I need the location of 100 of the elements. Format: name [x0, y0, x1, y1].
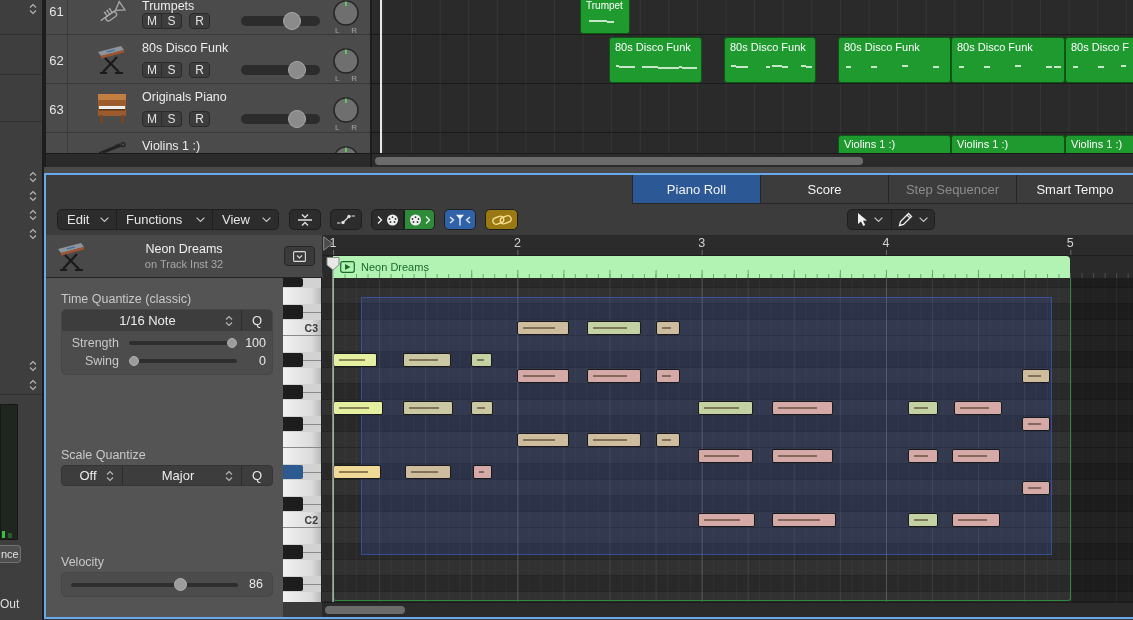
region-label: 80s Disco F: [1071, 41, 1130, 54]
midi-note[interactable]: [698, 401, 754, 415]
midi-note[interactable]: [473, 465, 492, 479]
solo-button[interactable]: S: [162, 13, 182, 29]
scale-root-select[interactable]: Off: [62, 466, 123, 485]
midi-note[interactable]: [471, 353, 492, 367]
midi-note[interactable]: [771, 401, 833, 415]
midi-note[interactable]: [333, 465, 381, 479]
pan-knob[interactable]: [333, 0, 359, 26]
region-label: Violins 1 :): [844, 138, 896, 151]
key-label: C3: [304, 321, 318, 334]
solo-button[interactable]: S: [162, 62, 182, 78]
region-label: 80s Disco Funk: [844, 41, 920, 54]
midi-note[interactable]: [587, 369, 641, 383]
slider-thumb[interactable]: [129, 356, 139, 366]
tab[interactable]: Smart Tempo: [1016, 175, 1133, 204]
midi-note[interactable]: [471, 401, 494, 415]
midi-note[interactable]: [908, 401, 938, 415]
midi-note[interactable]: [517, 433, 569, 447]
slider-label: Strength: [70, 335, 119, 351]
midi-region[interactable]: 80s Disco Funk: [609, 37, 702, 83]
strip-button[interactable]: nce: [0, 545, 21, 563]
pan-knob[interactable]: [333, 97, 359, 123]
track-name: 80s Disco Funk: [142, 42, 229, 55]
midi-note[interactable]: [952, 449, 1001, 463]
midi-in-button[interactable]: [371, 209, 404, 230]
slider-thumb[interactable]: [283, 12, 302, 30]
midi-note[interactable]: [771, 513, 837, 527]
piano-key[interactable]: C3: [283, 320, 321, 336]
record-button[interactable]: R: [189, 111, 210, 127]
tab[interactable]: Piano Roll: [632, 175, 760, 204]
midi-note[interactable]: [333, 353, 378, 367]
piano-key[interactable]: C2: [283, 512, 321, 528]
quantize-select[interactable]: 1/16 Note: [62, 310, 242, 331]
window-chevron-icon: [293, 250, 306, 262]
midi-note[interactable]: [517, 369, 569, 383]
scale-type-select[interactable]: Major: [123, 466, 242, 485]
slider-thumb[interactable]: [287, 61, 306, 79]
midi-note[interactable]: [698, 513, 756, 527]
midi-note[interactable]: [517, 321, 569, 335]
mute-button[interactable]: M: [142, 13, 162, 29]
menu-button[interactable]: View: [212, 210, 278, 229]
mute-button[interactable]: M: [142, 62, 162, 78]
midi-note[interactable]: [908, 449, 938, 463]
midi-region[interactable]: Trumpet: [580, 0, 630, 34]
midi-region[interactable]: 80s Disco Funk: [838, 37, 951, 83]
menu-button[interactable]: Functions: [116, 210, 212, 229]
midi-note[interactable]: [333, 401, 383, 415]
upright-piano-icon: [97, 93, 127, 123]
curve-button[interactable]: [330, 209, 362, 230]
pan-knob[interactable]: [333, 48, 359, 74]
quantize-button[interactable]: Q: [242, 466, 272, 485]
midi-region[interactable]: Violins 1 :): [1065, 135, 1133, 153]
midi-note[interactable]: [1022, 481, 1051, 495]
midi-plug-icon: [376, 213, 399, 226]
region-label: Neon Dreams: [361, 260, 429, 274]
playhead-arrows-icon: [449, 213, 471, 226]
midi-note[interactable]: [655, 433, 680, 447]
collapse-button[interactable]: [289, 209, 321, 230]
tab[interactable]: Score: [760, 175, 888, 204]
dotted-line-icon: [336, 214, 356, 225]
midi-note[interactable]: [952, 513, 1001, 527]
slider-thumb[interactable]: [174, 578, 188, 591]
piano-key[interactable]: [283, 432, 321, 448]
midi-note[interactable]: [1022, 417, 1051, 431]
midi-note[interactable]: [771, 449, 833, 463]
midi-note[interactable]: [403, 353, 451, 367]
playhead[interactable]: [326, 257, 341, 602]
slider-thumb[interactable]: [227, 338, 237, 348]
midi-region[interactable]: Violins 1 :): [951, 135, 1065, 153]
catch-button[interactable]: [444, 209, 476, 230]
quantize-button[interactable]: Q: [242, 310, 272, 331]
midi-note[interactable]: [655, 369, 680, 383]
midi-note[interactable]: [954, 401, 1003, 415]
slider-thumb[interactable]: [287, 110, 306, 128]
midi-region[interactable]: Violins 1 :): [838, 135, 951, 153]
midi-out-button[interactable]: [404, 209, 435, 230]
midi-note[interactable]: [587, 321, 641, 335]
midi-note[interactable]: [1022, 369, 1051, 383]
midi-note[interactable]: [908, 513, 938, 527]
midi-note[interactable]: [655, 321, 680, 335]
midi-note[interactable]: [404, 465, 451, 479]
solo-button[interactable]: S: [162, 111, 182, 127]
midi-note[interactable]: [403, 401, 453, 415]
record-button[interactable]: R: [189, 13, 210, 29]
mute-button[interactable]: M: [142, 111, 162, 127]
midi-region[interactable]: 80s Disco Funk: [951, 37, 1065, 83]
midi-region[interactable]: 80s Disco Funk: [724, 37, 816, 83]
keyboard-stand-icon: [97, 44, 125, 74]
menu-button[interactable]: Edit: [58, 210, 116, 229]
scrollbar-thumb[interactable]: [375, 156, 863, 165]
updown-chevron-icon: [29, 208, 37, 221]
dropdown-button[interactable]: [284, 246, 315, 266]
region-header[interactable]: Neon Dreams: [333, 256, 1071, 278]
scrollbar-thumb[interactable]: [325, 606, 405, 614]
midi-region[interactable]: 80s Disco F: [1065, 37, 1133, 83]
record-button[interactable]: R: [189, 62, 210, 78]
link-button[interactable]: [485, 209, 518, 230]
midi-note[interactable]: [698, 449, 754, 463]
midi-note[interactable]: [587, 433, 641, 447]
